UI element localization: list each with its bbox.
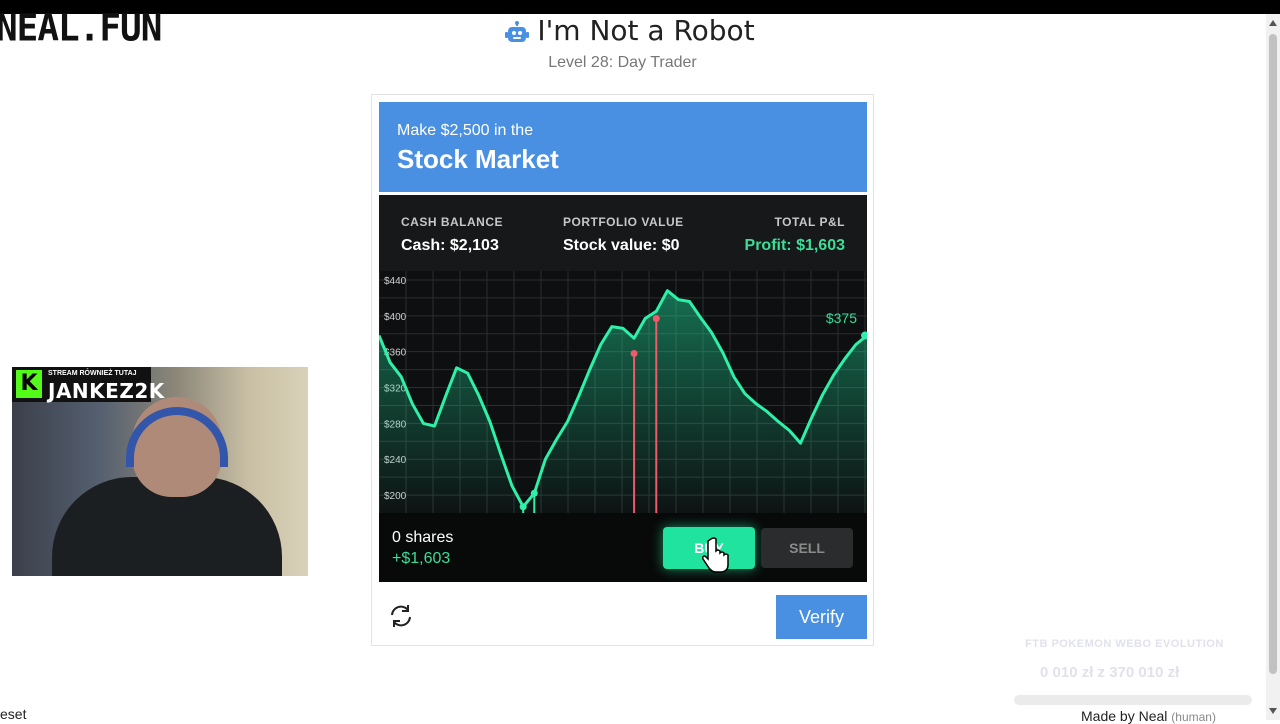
price-chart[interactable]: $440$400$360$320$280$240$200 $375	[379, 271, 867, 513]
sell-marker-dot	[652, 315, 660, 323]
scroll-up-icon[interactable]	[1269, 20, 1277, 26]
order-bar: 0 shares +$1,603 BUY SELL	[379, 513, 867, 582]
pl-value: Profit: $1,603	[744, 237, 845, 254]
portfolio-value: Stock value: $0	[563, 237, 680, 254]
stream-tag-small: STREAM RÓWNIEŻ TUTAJ	[48, 370, 137, 377]
overlay-goal-bar	[1014, 695, 1252, 705]
made-by-text[interactable]: Made by Neal	[1081, 708, 1167, 724]
level-subtitle: Level 28: Day Trader	[548, 54, 697, 71]
made-by: Made by Neal (human)	[1081, 708, 1216, 724]
task-instruction: Make $2,500 in the	[397, 122, 534, 139]
page-title: I'm Not a Robot	[505, 14, 755, 47]
portfolio-stat: PORTFOLIO VALUE Stock value: $0	[563, 215, 684, 255]
price-area	[379, 290, 867, 513]
robot-icon	[505, 19, 530, 43]
stream-tag-name: JANKEZ2K	[48, 379, 165, 403]
overlay-goal-title: FTB POKEMON WEBO EVOLUTION	[1025, 638, 1224, 650]
sell-button[interactable]: SELL	[761, 528, 853, 568]
verify-button[interactable]: Verify	[776, 595, 867, 639]
scroll-down-icon[interactable]	[1269, 708, 1277, 714]
cash-value: Cash: $2,103	[401, 237, 499, 254]
task-target: Stock Market	[397, 144, 559, 174]
portfolio-label: PORTFOLIO VALUE	[563, 215, 684, 229]
task-header: Make $2,500 in the Stock Market	[379, 102, 867, 192]
stats-bar: CASH BALANCE Cash: $2,103 PORTFOLIO VALU…	[379, 195, 867, 271]
sell-marker-dot	[630, 349, 638, 357]
kick-logo-icon: K	[16, 370, 42, 398]
refresh-icon[interactable]	[386, 601, 416, 631]
position-pl: +$1,603	[392, 550, 451, 567]
shares-count: 0 shares	[392, 529, 454, 546]
top-bar	[0, 0, 1280, 14]
cash-label: CASH BALANCE	[401, 215, 503, 229]
overlay-goal-amount: 0 010 zł z 370 010 zł	[1040, 664, 1180, 681]
hand-cursor-icon	[702, 537, 729, 573]
captcha-box: Make $2,500 in the Stock Market CASH BAL…	[371, 94, 874, 646]
stream-tag: K STREAM RÓWNIEŻ TUTAJ JANKEZ2K	[12, 367, 164, 403]
y-tick-label: $440	[384, 276, 407, 287]
made-by-human: (human)	[1171, 710, 1216, 724]
scroll-thumb[interactable]	[1269, 34, 1277, 674]
pl-label: TOTAL P&L	[774, 215, 845, 229]
trading-panel: CASH BALANCE Cash: $2,103 PORTFOLIO VALU…	[379, 195, 867, 582]
title-text: I'm Not a Robot	[537, 14, 755, 47]
current-price-label: $375	[826, 310, 857, 326]
scrollbar[interactable]	[1266, 14, 1280, 720]
y-tick-label: $400	[384, 312, 407, 323]
cash-stat: CASH BALANCE Cash: $2,103	[401, 215, 503, 255]
pl-stat: TOTAL P&L Profit: $1,603	[745, 215, 845, 255]
